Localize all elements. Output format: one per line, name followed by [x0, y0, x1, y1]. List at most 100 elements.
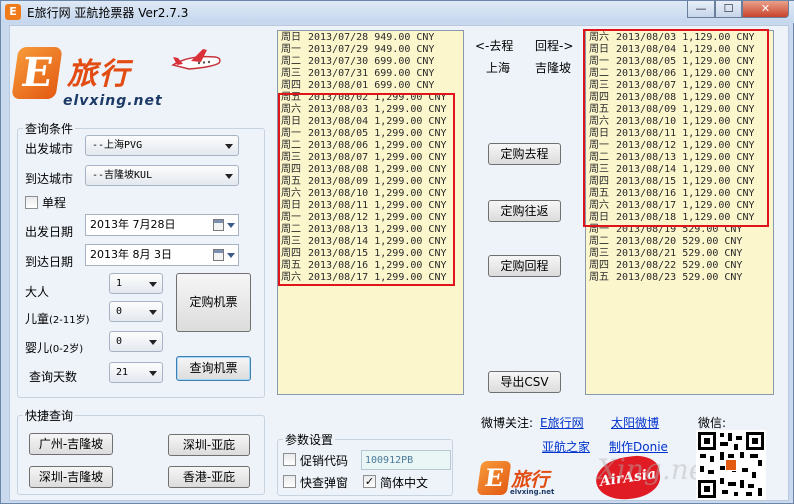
flight-date: 2013/07/28: [308, 32, 369, 43]
return-fare-row[interactable]: 周四 2013/08/22 529.00 CNY: [586, 260, 773, 272]
child-label: 儿童(2-11岁): [25, 310, 90, 327]
return-fare-row[interactable]: 周二 2013/08/20 529.00 CNY: [586, 236, 773, 248]
to-city-value: --吉隆坡KUL: [92, 170, 153, 181]
weekday-label: 周四: [281, 80, 301, 91]
brand-logo-text: 旅行: [67, 57, 131, 92]
chevron-down-icon: [149, 310, 157, 315]
brand-logo-domain: elvxing.net: [63, 93, 163, 109]
arrive-date-value: 2013年 8月 3日: [90, 248, 172, 261]
return-highlight-box: [583, 29, 769, 227]
airplane-icon: [171, 49, 221, 70]
simplified-chinese-label: 简体中文: [380, 476, 429, 490]
calendar-icon[interactable]: [213, 219, 224, 231]
from-city-select[interactable]: --上海PVG: [85, 135, 239, 156]
arrive-date-picker[interactable]: 2013年 8月 3日: [85, 244, 239, 266]
weekday-label: 周一: [281, 44, 301, 55]
params-title: 参数设置: [283, 431, 336, 448]
depart-date-picker[interactable]: 2013年 7月28日: [85, 214, 239, 236]
adult-count-select[interactable]: 1: [109, 273, 163, 294]
infant-age-hint: (0-2岁): [49, 344, 84, 355]
title-bar[interactable]: E E旅行网 亚航抢票器 Ver2.7.3 — ☐ ✕: [1, 1, 794, 23]
book-ticket-button[interactable]: 定购机票: [176, 273, 251, 332]
query-days-value: 21: [116, 367, 129, 378]
fare-price: 699.00 CNY: [374, 56, 435, 67]
fare-price: 529.00 CNY: [682, 236, 743, 247]
return-fare-row[interactable]: 周三 2013/08/21 529.00 CNY: [586, 248, 773, 260]
search-ticket-button[interactable]: 查询机票: [176, 356, 251, 381]
weekday-label: 周三: [281, 68, 301, 79]
to-city-select[interactable]: --吉隆坡KUL: [85, 165, 239, 186]
query-days-select[interactable]: 21: [109, 362, 163, 383]
book-outbound-button[interactable]: 定购去程: [488, 143, 561, 165]
infant-count-select[interactable]: 0: [109, 331, 163, 352]
depart-date-value: 2013年 7月28日: [90, 218, 176, 231]
chevron-down-icon[interactable]: [227, 253, 235, 258]
child-count-select[interactable]: 0: [109, 301, 163, 322]
app-logo-icon: E: [5, 4, 21, 20]
quick-sz-kul-button[interactable]: 深圳-吉隆坡: [29, 466, 113, 488]
infant-label: 婴儿(0-2岁): [25, 339, 83, 356]
quick-hk-bki-button[interactable]: 香港-亚庇: [168, 466, 250, 488]
export-csv-button[interactable]: 导出CSV: [488, 371, 561, 393]
quick-gz-kul-button[interactable]: 广州-吉隆坡: [29, 433, 113, 455]
oneway-label: 单程: [42, 196, 67, 210]
to-city-label: 到达城市: [25, 172, 74, 186]
query-conditions-title: 查询条件: [23, 120, 76, 137]
calendar-icon[interactable]: [213, 249, 224, 261]
flight-date: 2013/07/29: [308, 44, 369, 55]
weekday-label: 周三: [589, 248, 609, 259]
fare-price: 949.00 CNY: [374, 32, 435, 43]
outbound-fare-row[interactable]: 周二 2013/07/30 699.00 CNY: [278, 56, 463, 68]
wechat-qr-code-icon: [696, 430, 766, 500]
chevron-down-icon: [149, 371, 157, 376]
app-window: E E旅行网 亚航抢票器 Ver2.7.3 — ☐ ✕ E 旅行 elvxing…: [0, 0, 794, 504]
maximize-button[interactable]: ☐: [715, 1, 742, 18]
elvxing-weibo-link[interactable]: E旅行网: [540, 414, 584, 431]
chevron-down-icon: [149, 282, 157, 287]
weekday-label: 周五: [589, 272, 609, 283]
taiyang-weibo-link[interactable]: 太阳微博: [611, 414, 659, 431]
weekday-label: 周二: [281, 56, 301, 67]
depart-date-label: 出发日期: [25, 225, 74, 239]
return-city-label: 吉隆坡: [535, 61, 572, 75]
book-roundtrip-button[interactable]: 定购往返: [488, 200, 561, 222]
adult-label: 大人: [25, 285, 50, 299]
quick-search-title: 快捷查询: [23, 407, 76, 424]
chevron-down-icon: [225, 174, 233, 179]
promo-code-input[interactable]: [361, 450, 451, 470]
outbound-fare-row[interactable]: 周一 2013/07/29 949.00 CNY: [278, 44, 463, 56]
quick-sz-bki-button[interactable]: 深圳-亚庇: [168, 434, 250, 456]
child-count-value: 0: [116, 306, 123, 317]
weekday-label: 周日: [281, 32, 301, 43]
fare-price: 529.00 CNY: [682, 260, 743, 271]
book-return-button[interactable]: 定购回程: [488, 255, 561, 277]
infant-count-value: 0: [116, 336, 123, 347]
flight-date: 2013/08/22: [616, 260, 677, 271]
close-button[interactable]: ✕: [742, 1, 789, 18]
quick-popup-checkbox[interactable]: [283, 475, 296, 488]
infant-label-text: 婴儿: [25, 341, 50, 355]
oneway-checkbox[interactable]: [25, 196, 38, 209]
flight-date: 2013/07/31: [308, 68, 369, 79]
outbound-fare-row[interactable]: 周四 2013/08/01 699.00 CNY: [278, 80, 463, 92]
footer-brand-logo-domain: elvxing.net: [510, 488, 555, 496]
return-direction-label: 回程->: [535, 39, 574, 53]
child-label-text: 儿童: [25, 312, 50, 326]
child-age-hint: (2-11岁): [49, 315, 90, 326]
fare-price: 949.00 CNY: [374, 44, 435, 55]
from-city-value: --上海PVG: [92, 140, 143, 151]
flight-date: 2013/08/01: [308, 80, 369, 91]
outbound-fare-row[interactable]: 周日 2013/07/28 949.00 CNY: [278, 32, 463, 44]
chevron-down-icon: [225, 144, 233, 149]
return-fare-row[interactable]: 周五 2013/08/23 529.00 CNY: [586, 272, 773, 284]
promo-code-checkbox[interactable]: [283, 453, 296, 466]
outbound-city-label: 上海: [486, 61, 511, 75]
chevron-down-icon[interactable]: [227, 223, 235, 228]
outbound-highlight-box: [278, 93, 455, 286]
flight-date: 2013/07/30: [308, 56, 369, 67]
outbound-direction-label: <-去程: [475, 39, 514, 53]
airasia-home-link[interactable]: 亚航之家: [542, 438, 590, 455]
outbound-fare-row[interactable]: 周三 2013/07/31 699.00 CNY: [278, 68, 463, 80]
simplified-chinese-checkbox[interactable]: ✓: [363, 475, 376, 488]
minimize-button[interactable]: —: [687, 1, 715, 18]
